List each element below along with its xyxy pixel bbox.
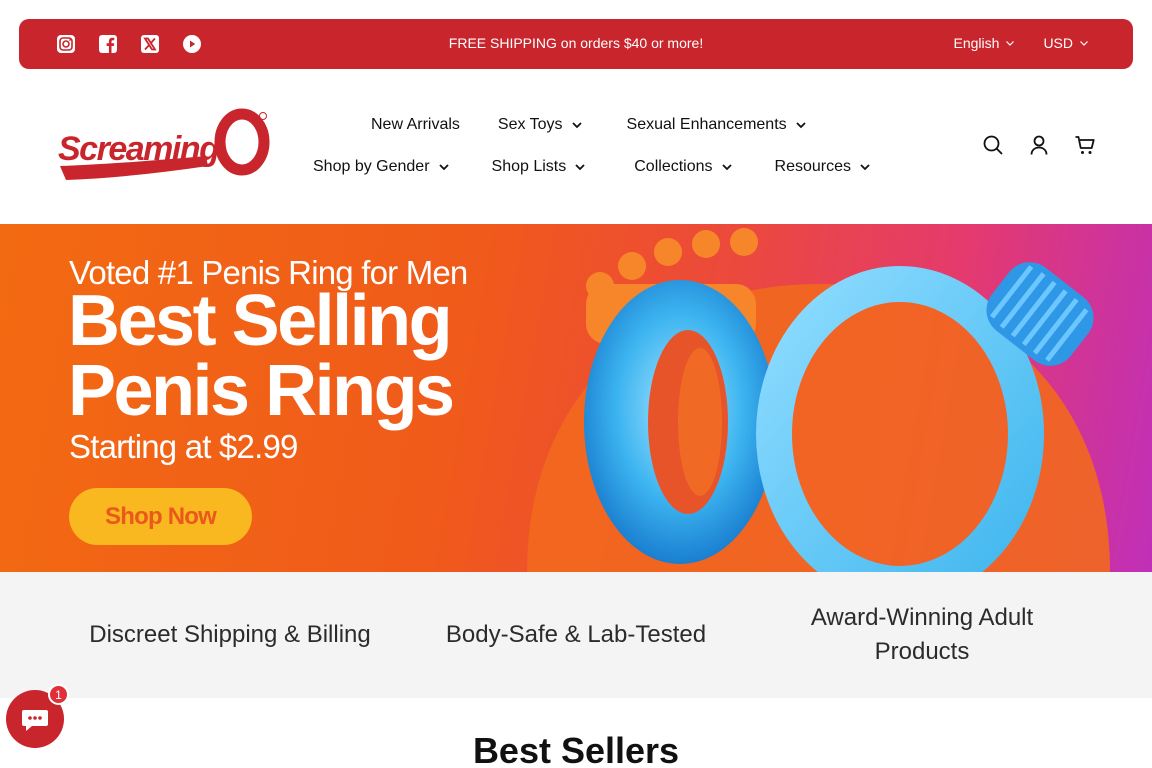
language-label: English — [953, 35, 1000, 51]
chevron-down-icon — [575, 164, 585, 171]
nav-sex-toys[interactable]: Sex Toys — [498, 116, 583, 134]
best-sellers-title: Best Sellers — [472, 730, 680, 768]
language-selector[interactable]: English — [954, 35, 1016, 51]
svg-text:Screaming: Screaming — [58, 130, 220, 168]
chevron-down-icon — [1080, 41, 1088, 46]
nav-resources[interactable]: Resources — [775, 158, 871, 176]
announcement-bar: FREE SHIPPING on orders $40 or more! Eng… — [19, 19, 1133, 69]
hero-price: Starting at $2.99 — [69, 428, 298, 465]
chat-icon — [22, 710, 48, 731]
nav-shop-lists[interactable]: Shop Lists — [492, 158, 587, 176]
nav-label: Collections — [634, 158, 713, 175]
feature-award-winning: Award-Winning Adult Products — [810, 604, 1034, 665]
main-nav-row-2: Shop by Gender Shop Lists Collections Re… — [313, 158, 871, 176]
chevron-down-icon — [1006, 41, 1015, 46]
page: FREE SHIPPING on orders $40 or more! Eng… — [0, 0, 1152, 768]
header-actions — [982, 134, 1096, 156]
logo[interactable]: Screaming — [56, 108, 272, 184]
chevron-down-icon — [571, 122, 582, 129]
chat-notification-badge: 1 — [48, 684, 69, 705]
hero-title: Best Selling Penis Rings — [68, 281, 455, 431]
chevron-down-icon — [438, 164, 449, 171]
features-strip: Discreet Shipping & Billing Body-Safe & … — [0, 572, 1152, 698]
nav-shop-by-gender[interactable]: Shop by Gender — [313, 158, 450, 176]
nav-new-arrivals[interactable]: New Arrivals — [371, 116, 460, 134]
currency-selector[interactable]: USD — [1043, 35, 1089, 51]
nav-label: Sexual Enhancements — [626, 116, 787, 133]
nav-label: Shop by Gender — [313, 158, 430, 175]
main-nav-row-1: New Arrivals Sex Toys Sexual Enhancement… — [371, 116, 807, 134]
nav-label: Sex Toys — [497, 116, 563, 133]
currency-label: USD — [1043, 35, 1073, 51]
nav-label: New Arrivals — [371, 116, 460, 133]
nav-collections[interactable]: Collections — [634, 158, 732, 176]
hero-title-line-1: Best Selling — [68, 281, 453, 361]
hero-title-line-2: Penis Rings — [68, 351, 455, 431]
shop-now-button[interactable]: Shop Now — [69, 488, 252, 545]
account-icon[interactable] — [1028, 134, 1050, 156]
search-icon[interactable] — [982, 134, 1004, 156]
nav-label: Shop Lists — [491, 158, 567, 175]
chevron-down-icon — [721, 164, 732, 171]
nav-label: Resources — [774, 158, 851, 175]
chevron-down-icon — [796, 122, 806, 129]
feature-body-safe: Body-Safe & Lab-Tested — [445, 621, 707, 648]
feature-discreet-shipping: Discreet Shipping & Billing — [89, 621, 371, 648]
hero-banner[interactable]: Voted #1 Penis Ring for Men Best Selling… — [0, 224, 1152, 572]
chevron-down-icon — [860, 164, 870, 171]
cart-icon[interactable] — [1074, 134, 1096, 156]
locale-selectors: English USD — [954, 35, 1089, 51]
nav-sexual-enhancements[interactable]: Sexual Enhancements — [627, 116, 807, 134]
